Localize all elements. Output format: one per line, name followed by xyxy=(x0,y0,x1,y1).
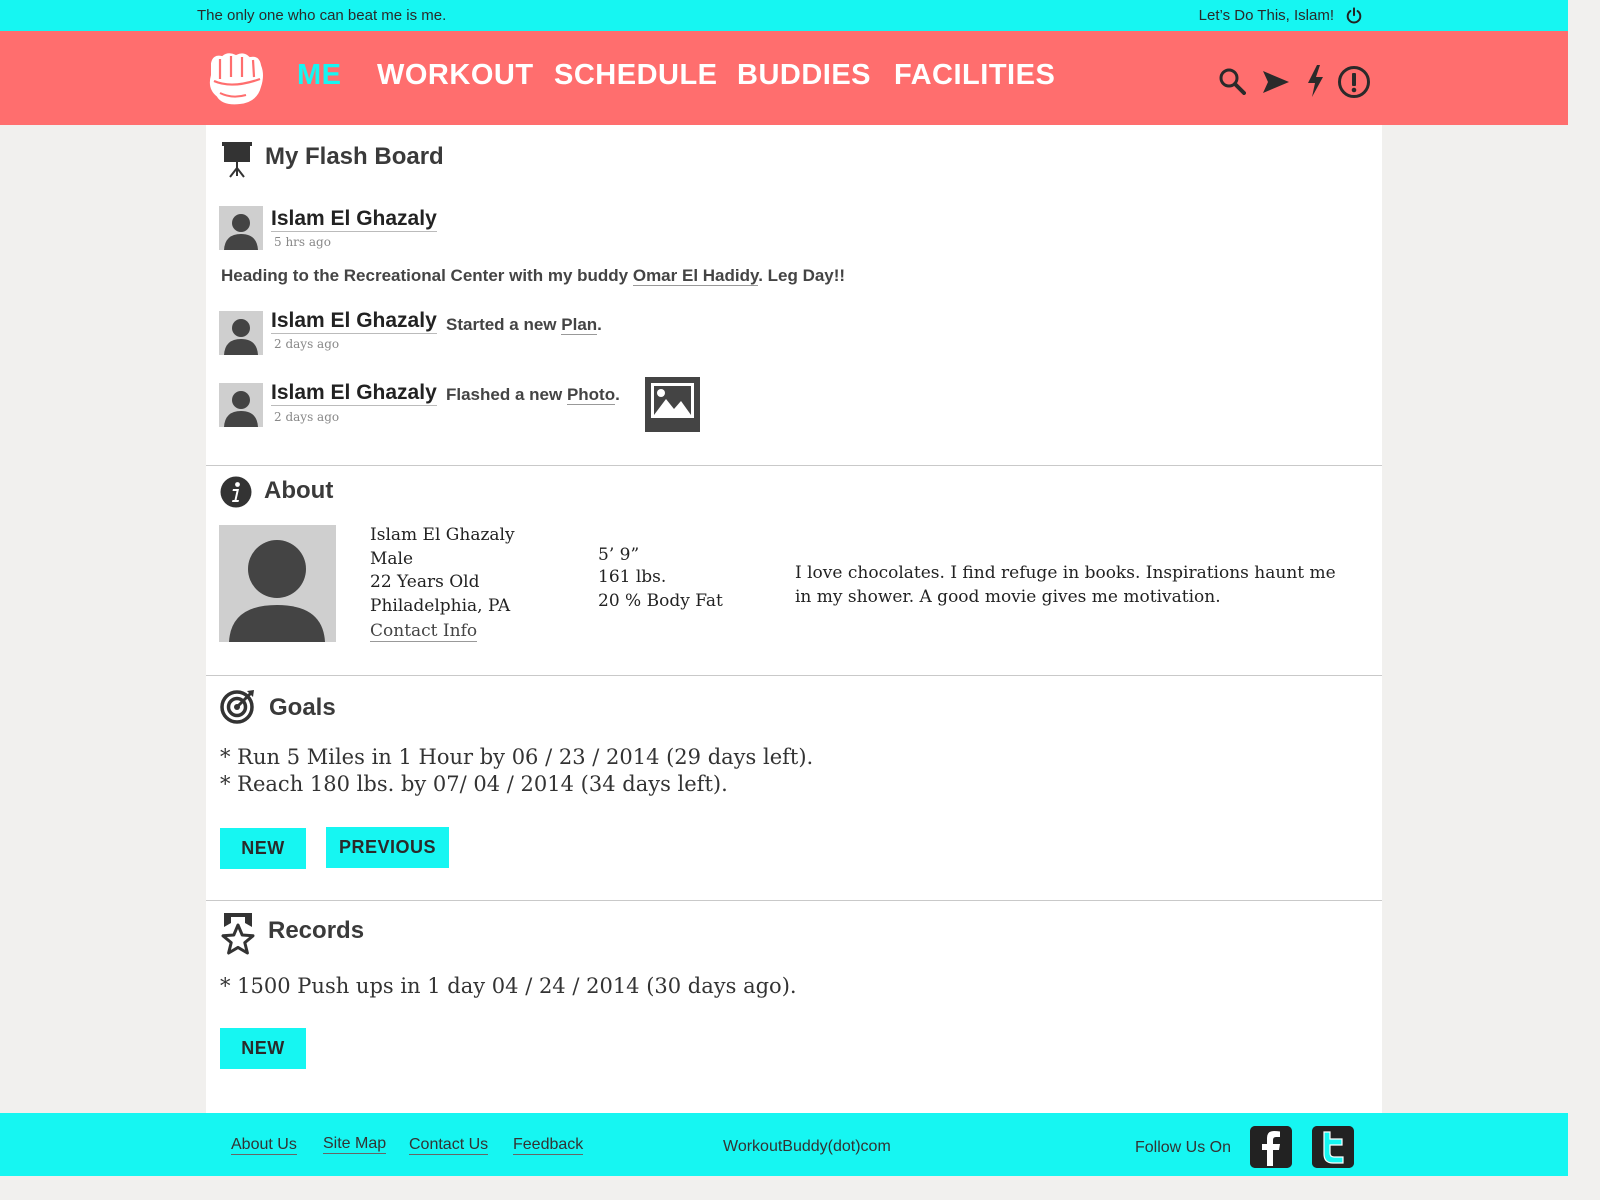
user-silhouette-icon xyxy=(224,391,258,427)
fist-logo-icon[interactable] xyxy=(202,45,268,111)
footer-link-contact[interactable]: Contact Us xyxy=(409,1136,489,1155)
footer-link-sitemap[interactable]: Site Map xyxy=(323,1135,387,1154)
post-author[interactable]: Islam El Ghazaly xyxy=(271,381,437,406)
section-divider xyxy=(206,465,1382,466)
about-title: About xyxy=(264,477,334,504)
user-silhouette-icon xyxy=(229,540,325,642)
nav-schedule[interactable]: SCHEDULE xyxy=(554,59,718,92)
nav-buddies[interactable]: BUDDIES xyxy=(737,59,871,92)
facebook-icon[interactable] xyxy=(1250,1126,1292,1168)
post-action-part: Started a new xyxy=(446,315,562,334)
alert-icon[interactable] xyxy=(1337,65,1371,99)
twitter-icon[interactable] xyxy=(1312,1126,1354,1168)
new-goal-button[interactable]: NEW xyxy=(220,828,306,869)
post-author[interactable]: Islam El Ghazaly xyxy=(271,207,437,232)
about-name: Islam El Ghazaly xyxy=(370,525,515,545)
main-nav: ME WORKOUT SCHEDULE BUDDIES FACILITIES xyxy=(0,31,1568,125)
motto-text: The only one who can beat me is me. xyxy=(197,7,447,24)
post-author[interactable]: Islam El Ghazaly xyxy=(271,309,437,334)
post-time: 2 days ago xyxy=(274,410,340,424)
nav-workout[interactable]: WORKOUT xyxy=(377,59,534,92)
plan-link[interactable]: Plan xyxy=(561,315,598,335)
footer-site-name: WorkoutBuddy(dot)com xyxy=(723,1138,891,1155)
contact-info-link[interactable]: Contact Info xyxy=(370,621,478,642)
top-bar: The only one who can beat me is me. Let’… xyxy=(0,0,1568,31)
goal-item: * Run 5 Miles in 1 Hour by 06 / 23 / 201… xyxy=(220,745,814,769)
post-avatar[interactable] xyxy=(219,383,263,427)
profile-avatar[interactable] xyxy=(219,525,336,642)
user-silhouette-icon xyxy=(224,214,258,250)
post-action-part: . xyxy=(597,315,602,334)
follow-us-label: Follow Us On xyxy=(1135,1139,1232,1156)
section-divider xyxy=(206,675,1382,676)
info-icon xyxy=(220,476,252,508)
main-panel: My Flash Board Islam El Ghazaly 5 hrs ag… xyxy=(206,125,1382,1113)
footer: About Us Site Map Contact Us Feedback Wo… xyxy=(0,1113,1568,1176)
about-age: 22 Years Old xyxy=(370,572,480,592)
previous-goals-button[interactable]: PREVIOUS xyxy=(326,827,449,868)
about-location: Philadelphia, PA xyxy=(370,596,511,616)
records-title: Records xyxy=(268,917,365,944)
send-icon[interactable] xyxy=(1262,69,1290,95)
user-silhouette-icon xyxy=(224,319,258,355)
post-time: 2 days ago xyxy=(274,337,340,351)
section-divider xyxy=(206,900,1382,901)
post-avatar[interactable] xyxy=(219,311,263,355)
flashboard-title: My Flash Board xyxy=(265,143,444,170)
nav-me[interactable]: ME xyxy=(297,59,342,92)
lightning-icon[interactable] xyxy=(1306,65,1324,97)
goal-item: * Reach 180 lbs. by 07/ 04 / 2014 (34 da… xyxy=(220,772,728,796)
post-text: Heading to the Recreational Center with … xyxy=(221,266,845,286)
post-action-part: . xyxy=(615,385,620,404)
power-icon[interactable] xyxy=(1345,7,1363,25)
search-icon[interactable] xyxy=(1218,67,1246,95)
post-text-part: Heading to the Recreational Center with … xyxy=(221,266,633,285)
photo-link[interactable]: Photo xyxy=(566,385,616,405)
post-action: Started a new Plan. xyxy=(446,315,602,335)
new-record-button[interactable]: NEW xyxy=(220,1028,306,1069)
goals-title: Goals xyxy=(269,694,336,721)
about-bio-line: I love chocolates. I find refuge in book… xyxy=(795,563,1336,583)
greeting-text: Let’s Do This, Islam! xyxy=(1198,7,1334,24)
post-text-part: . Leg Day!! xyxy=(758,266,846,285)
about-weight: 161 lbs. xyxy=(598,567,667,587)
about-body-fat: 20 % Body Fat xyxy=(598,591,723,611)
post-action-part: Flashed a new xyxy=(446,385,567,404)
about-gender: Male xyxy=(370,549,414,569)
buddy-link[interactable]: Omar El Hadidy xyxy=(632,266,759,286)
post-time: 5 hrs ago xyxy=(274,235,331,249)
post-avatar[interactable] xyxy=(219,206,263,250)
about-bio-line: in my shower. A good movie gives me moti… xyxy=(795,587,1221,607)
nav-facilities[interactable]: FACILITIES xyxy=(894,59,1055,92)
target-icon xyxy=(220,690,254,724)
record-item: * 1500 Push ups in 1 day 04 / 24 / 2014 … xyxy=(220,974,797,998)
footer-link-feedback[interactable]: Feedback xyxy=(513,1136,584,1155)
image-icon[interactable] xyxy=(645,377,700,432)
about-height: 5’ 9” xyxy=(598,545,640,565)
medal-star-icon xyxy=(221,913,255,955)
presentation-board-icon xyxy=(222,142,252,178)
footer-link-about[interactable]: About Us xyxy=(231,1136,297,1155)
post-action: Flashed a new Photo. xyxy=(446,385,620,405)
